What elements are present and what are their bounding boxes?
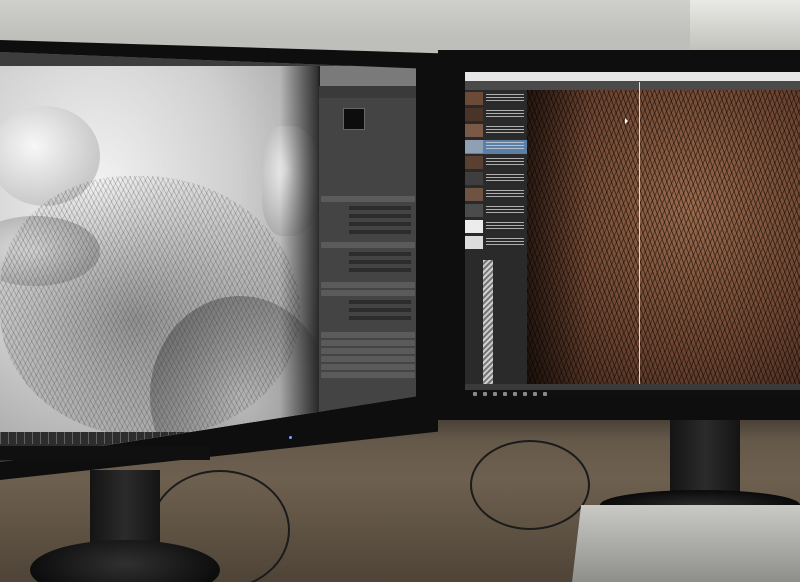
attribute-field[interactable] (349, 260, 411, 264)
attribute-field[interactable] (349, 308, 411, 312)
viewport-shadow (280, 66, 320, 462)
attribute-field[interactable] (349, 268, 411, 272)
attribute-section[interactable] (321, 372, 415, 378)
thumbnail-icon (465, 156, 483, 169)
list-item-text (486, 158, 524, 167)
list-item[interactable] (465, 204, 527, 218)
list-item-text (486, 94, 524, 103)
split-guide-line[interactable] (639, 82, 640, 392)
attribute-field[interactable] (349, 206, 411, 210)
attribute-section[interactable] (321, 364, 415, 370)
left-taskbar[interactable] (0, 446, 210, 460)
list-item-selected[interactable] (465, 140, 527, 154)
material-swatch-icon[interactable] (343, 108, 365, 130)
attribute-section[interactable] (321, 196, 415, 202)
desktop-device (572, 505, 800, 582)
attribute-field[interactable] (349, 230, 411, 234)
attribute-field[interactable] (349, 222, 411, 226)
attribute-section[interactable] (321, 242, 415, 248)
thumbnail-icon (465, 236, 483, 249)
thumbnail-list[interactable] (465, 90, 527, 398)
thumbnail-icon (465, 124, 483, 137)
attribute-field[interactable] (349, 316, 411, 320)
3d-viewport[interactable] (0, 66, 330, 462)
right-taskbar[interactable] (465, 390, 800, 398)
taskbar-icon[interactable] (473, 392, 477, 396)
beard-groom (0, 176, 300, 436)
power-led-icon (289, 436, 292, 439)
texture-strip (483, 260, 493, 398)
list-item-text (486, 222, 524, 231)
left-monitor-screen (0, 52, 416, 462)
thumbnail-icon (465, 188, 483, 201)
cursor-icon (625, 118, 628, 124)
attribute-field[interactable] (349, 252, 411, 256)
attribute-section[interactable] (321, 290, 415, 296)
list-item-text (486, 190, 524, 199)
canvas-shadow (527, 90, 587, 384)
list-item-text (486, 206, 524, 215)
thumbnail-icon (465, 172, 483, 185)
list-item-text (486, 142, 524, 151)
list-item-text (486, 174, 524, 183)
list-item[interactable] (465, 156, 527, 170)
taskbar-icon[interactable] (543, 392, 547, 396)
list-item[interactable] (465, 236, 527, 250)
attribute-field[interactable] (349, 214, 411, 218)
list-item[interactable] (465, 92, 527, 106)
list-item[interactable] (465, 188, 527, 202)
attribute-section[interactable] (321, 340, 415, 346)
thumbnail-icon (465, 140, 483, 153)
cable (470, 440, 590, 530)
thumbnail-icon (465, 92, 483, 105)
attribute-section[interactable] (321, 356, 415, 362)
list-item[interactable] (465, 108, 527, 122)
thumbnail-icon (465, 220, 483, 233)
attribute-editor-panel[interactable] (318, 86, 416, 431)
list-item[interactable] (465, 220, 527, 234)
list-item[interactable] (465, 124, 527, 138)
list-item-text (486, 126, 524, 135)
taskbar-icon[interactable] (513, 392, 517, 396)
attribute-section[interactable] (321, 332, 415, 338)
list-item-text (486, 238, 524, 247)
taskbar-icon[interactable] (503, 392, 507, 396)
attribute-section[interactable] (321, 348, 415, 354)
list-item[interactable] (465, 172, 527, 186)
taskbar-icon[interactable] (483, 392, 487, 396)
thumbnail-icon (465, 204, 483, 217)
attribute-field[interactable] (349, 300, 411, 304)
attribute-section[interactable] (321, 282, 415, 288)
taskbar-icon[interactable] (533, 392, 537, 396)
taskbar-icon[interactable] (523, 392, 527, 396)
viewer-toolbar[interactable] (465, 81, 800, 90)
attribute-tabs[interactable] (319, 86, 416, 98)
taskbar-icon[interactable] (493, 392, 497, 396)
viewer-menubar[interactable] (465, 72, 800, 81)
list-item-text (486, 110, 524, 119)
right-monitor-screen (465, 72, 800, 398)
thumbnail-icon (465, 108, 483, 121)
